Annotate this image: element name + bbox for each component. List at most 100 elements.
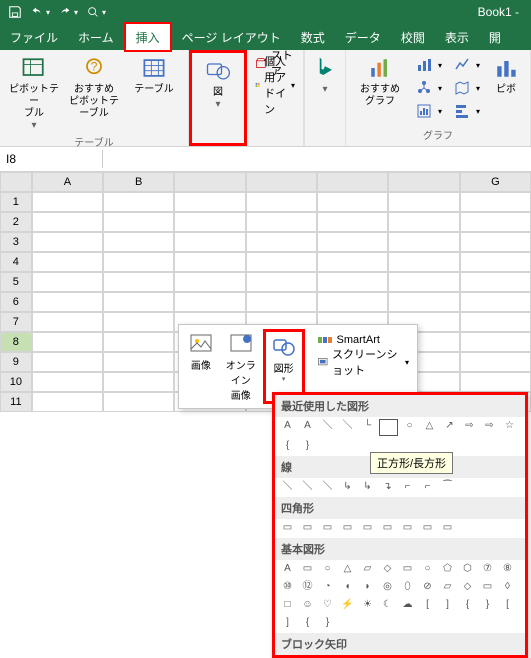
- shape-item[interactable]: ▱: [359, 562, 376, 577]
- shape-item[interactable]: ＼: [339, 419, 356, 434]
- bing-button[interactable]: ▾: [309, 52, 341, 98]
- shape-item[interactable]: ☆: [501, 419, 518, 434]
- shape-item[interactable]: ▭: [319, 521, 336, 536]
- undo-dropdown[interactable]: ▾: [46, 8, 50, 17]
- shape-item[interactable]: ◖: [339, 580, 356, 595]
- row-5[interactable]: 5: [0, 272, 32, 292]
- shape-item[interactable]: ⑫: [299, 580, 316, 595]
- shape-item[interactable]: ]: [279, 616, 296, 631]
- myaddins-button[interactable]: 個人用アドイン▾: [251, 74, 299, 96]
- online-pictures-button[interactable]: オンライン 画像: [223, 329, 259, 404]
- shape-item[interactable]: ◎: [379, 580, 396, 595]
- shape-item[interactable]: ⬡: [459, 562, 476, 577]
- shape-item[interactable]: [: [419, 598, 436, 613]
- shape-item[interactable]: ▭: [399, 521, 416, 536]
- shape-item[interactable]: ▭: [299, 521, 316, 536]
- shape-item[interactable]: ⑧: [499, 562, 516, 577]
- shape-item[interactable]: ☺: [299, 598, 316, 613]
- tab-review[interactable]: 校閲: [391, 24, 435, 50]
- shape-item[interactable]: ◇: [379, 562, 396, 577]
- shape-item[interactable]: {: [299, 616, 316, 631]
- shape-item[interactable]: }: [479, 598, 496, 613]
- tab-view[interactable]: 表示: [435, 24, 479, 50]
- shape-item[interactable]: ▭: [399, 562, 416, 577]
- name-box[interactable]: I8: [0, 150, 103, 168]
- shape-item[interactable]: ＼: [319, 480, 336, 495]
- save-icon[interactable]: [4, 5, 26, 19]
- illustrations-button[interactable]: 図▾: [196, 55, 240, 113]
- shape-item[interactable]: ○: [419, 562, 436, 577]
- row-8[interactable]: 8: [0, 332, 32, 352]
- undo-icon[interactable]: ▾: [26, 5, 54, 19]
- shape-item[interactable]: {: [279, 439, 296, 454]
- pivottable-button[interactable]: ピボットテー ブル▾: [4, 52, 64, 134]
- col-B[interactable]: B: [103, 172, 174, 192]
- shape-item[interactable]: ♡: [319, 598, 336, 613]
- chart-bar-dd[interactable]: ▾: [412, 54, 446, 76]
- pivotchart-button[interactable]: ピボ: [486, 52, 526, 98]
- tab-dev[interactable]: 開: [479, 24, 511, 50]
- chart-hier-dd[interactable]: ▾: [412, 77, 446, 99]
- shape-item[interactable]: ☾: [379, 598, 396, 613]
- shape-item[interactable]: □: [279, 598, 296, 613]
- col-A[interactable]: A: [32, 172, 103, 192]
- shape-item[interactable]: A: [279, 562, 296, 577]
- shape-item[interactable]: ☀: [359, 598, 376, 613]
- row-2[interactable]: 2: [0, 212, 32, 232]
- row-9[interactable]: 9: [0, 352, 32, 372]
- shape-item[interactable]: }: [319, 616, 336, 631]
- shape-item[interactable]: A: [299, 419, 316, 434]
- shape-item[interactable]: [: [499, 598, 516, 613]
- select-all[interactable]: [0, 172, 32, 192]
- shape-item[interactable]: ▭: [359, 521, 376, 536]
- chart-stat-dd[interactable]: ▾: [412, 100, 446, 122]
- shape-item[interactable]: ＼: [279, 480, 296, 495]
- shape-item[interactable]: ◗: [359, 580, 376, 595]
- shape-item[interactable]: ◇: [459, 580, 476, 595]
- row-11[interactable]: 11: [0, 392, 32, 412]
- shape-item[interactable]: ⁀: [439, 480, 456, 495]
- shape-item[interactable]: ⚡: [339, 598, 356, 613]
- chart-map-dd[interactable]: ▾: [450, 77, 484, 99]
- shape-item[interactable]: ◔: [319, 580, 336, 595]
- col-G[interactable]: G: [460, 172, 531, 192]
- shape-item[interactable]: ⊘: [419, 580, 436, 595]
- row-1[interactable]: 1: [0, 192, 32, 212]
- shape-item[interactable]: ↴: [379, 480, 396, 495]
- shape-item[interactable]: ]: [439, 598, 456, 613]
- shape-item[interactable]: ▭: [439, 521, 456, 536]
- pictures-button[interactable]: 画像: [183, 329, 219, 404]
- shape-item[interactable]: ◊: [499, 580, 516, 595]
- shape-item[interactable]: ⌐: [399, 480, 416, 495]
- shape-item[interactable]: ▱: [439, 580, 456, 595]
- shape-item[interactable]: }: [299, 439, 316, 454]
- shape-item[interactable]: ⑦: [479, 562, 496, 577]
- chart-hbar-dd[interactable]: ▾: [450, 100, 484, 122]
- shape-item[interactable]: ▭: [299, 562, 316, 577]
- shape-item[interactable]: ＼: [299, 480, 316, 495]
- row-6[interactable]: 6: [0, 292, 32, 312]
- shape-item[interactable]: A: [279, 419, 296, 434]
- tab-insert[interactable]: 挿入: [124, 22, 172, 52]
- shape-item[interactable]: [379, 419, 398, 436]
- shape-item[interactable]: ▭: [479, 580, 496, 595]
- chart-line-dd[interactable]: ▾: [450, 54, 484, 76]
- tab-formulas[interactable]: 数式: [291, 24, 335, 50]
- shape-item[interactable]: ＼: [319, 419, 336, 434]
- row-10[interactable]: 10: [0, 372, 32, 392]
- shape-item[interactable]: ⬠: [439, 562, 456, 577]
- shape-item[interactable]: {: [459, 598, 476, 613]
- shape-item[interactable]: ▭: [379, 521, 396, 536]
- shape-item[interactable]: ○: [319, 562, 336, 577]
- recommended-pivot-button[interactable]: ? おすすめ ピボットテーブル: [64, 52, 124, 122]
- tab-data[interactable]: データ: [335, 24, 391, 50]
- shape-item[interactable]: ▭: [279, 521, 296, 536]
- shape-item[interactable]: △: [339, 562, 356, 577]
- shape-item[interactable]: ⇨: [481, 419, 498, 434]
- shape-item[interactable]: ⑩: [279, 580, 296, 595]
- shape-item[interactable]: ○: [401, 419, 418, 434]
- shape-item[interactable]: △: [421, 419, 438, 434]
- shape-item[interactable]: ▭: [339, 521, 356, 536]
- table-button[interactable]: テーブル: [124, 52, 184, 98]
- shape-item[interactable]: ↳: [339, 480, 356, 495]
